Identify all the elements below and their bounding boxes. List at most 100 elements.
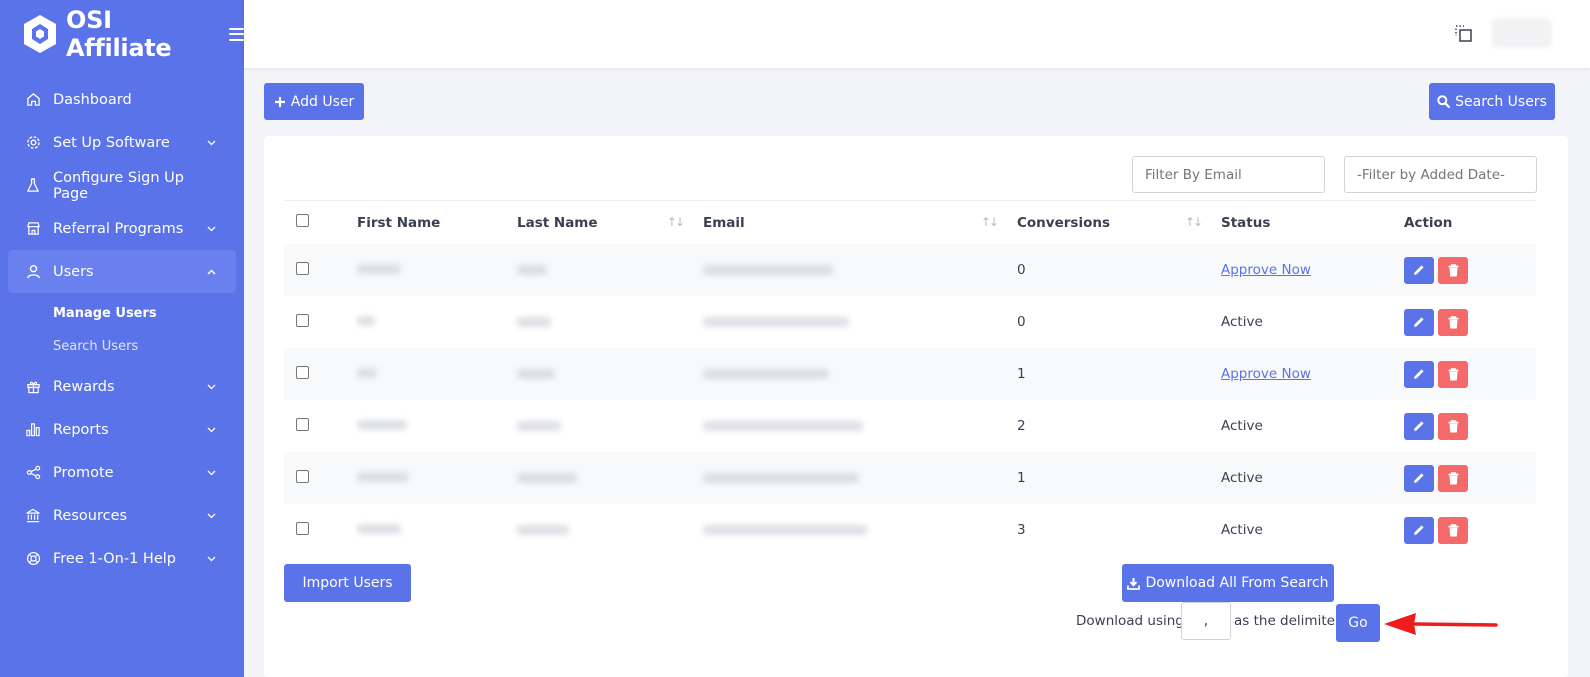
users-card: First Name Last Name ↑↓ Email ↑↓ Conversio…	[264, 136, 1568, 677]
chevron-down-icon	[206, 425, 216, 435]
column-header-status: Status	[1221, 214, 1271, 231]
user-icon	[25, 264, 41, 280]
sidebar-item-rewards[interactable]: Rewards	[0, 365, 244, 408]
edit-user-button[interactable]	[1404, 256, 1434, 284]
sort-icon[interactable]: ↑↓	[1185, 215, 1203, 231]
redacted-first-name	[357, 264, 401, 274]
row-checkbox[interactable]	[296, 365, 309, 379]
fullscreen-icon[interactable]	[1454, 24, 1474, 44]
search-users-button[interactable]: Search Users	[1429, 83, 1555, 120]
column-header-label: Email	[703, 214, 745, 231]
delete-user-button[interactable]	[1438, 308, 1468, 336]
edit-user-button[interactable]	[1404, 516, 1434, 544]
sidebar-item-reports[interactable]: Reports	[0, 408, 244, 451]
delete-user-button[interactable]	[1438, 464, 1468, 492]
sidebar-item-label: Users	[53, 263, 94, 280]
download-all-label: Download All From Search	[1145, 575, 1329, 591]
table-row: 0 Approve Now	[284, 244, 1536, 296]
trash-icon	[1448, 523, 1458, 536]
hexagon-logo-icon	[22, 14, 58, 54]
trash-icon	[1448, 419, 1458, 432]
table-header: First Name Last Name ↑↓ Email ↑↓ Conversio…	[284, 200, 1536, 244]
conversions-value: 1	[1017, 366, 1026, 382]
chevron-down-icon	[206, 468, 216, 478]
edit-user-button[interactable]	[1404, 360, 1434, 388]
delete-user-button[interactable]	[1438, 360, 1468, 388]
trash-icon	[1448, 263, 1458, 276]
sidebar-item-label: Referral Programs	[53, 220, 184, 237]
column-header-email[interactable]: Email ↑↓	[703, 215, 1017, 231]
brand-name: OSI Affiliate	[66, 6, 172, 62]
sidebar-subitem-manage-users[interactable]: Manage Users	[0, 297, 244, 330]
download-all-button[interactable]: Download All From Search	[1122, 564, 1334, 602]
row-checkbox[interactable]	[296, 417, 309, 431]
pencil-icon	[1414, 421, 1424, 431]
bar-chart-icon	[25, 422, 41, 438]
go-button[interactable]: Go	[1336, 604, 1380, 642]
search-users-label: Search Users	[1455, 93, 1547, 110]
edit-user-button[interactable]	[1404, 464, 1434, 492]
sidebar-item-label: Set Up Software	[53, 134, 170, 151]
column-header-conversions[interactable]: Conversions ↑↓	[1017, 215, 1221, 231]
edit-user-button[interactable]	[1404, 412, 1434, 440]
sort-icon[interactable]: ↑↓	[667, 215, 685, 231]
redacted-email	[703, 317, 849, 327]
redacted-email	[703, 473, 859, 483]
redacted-last-name	[517, 525, 569, 535]
sidebar-item-set-up-software[interactable]: Set Up Software	[0, 121, 244, 164]
share-icon	[25, 465, 41, 481]
row-checkbox[interactable]	[296, 521, 309, 535]
add-user-button[interactable]: Add User	[264, 83, 364, 120]
sidebar-item-referral-programs[interactable]: Referral Programs	[0, 207, 244, 250]
row-checkbox[interactable]	[296, 261, 309, 275]
delete-user-button[interactable]	[1438, 256, 1468, 284]
column-header-first-name[interactable]: First Name	[357, 215, 517, 231]
table-row: 1 Approve Now	[284, 348, 1536, 400]
topbar	[244, 0, 1590, 68]
import-users-button[interactable]: Import Users	[284, 564, 411, 602]
add-user-label: Add User	[290, 93, 355, 110]
row-checkbox[interactable]	[296, 313, 309, 327]
delete-user-button[interactable]	[1438, 516, 1468, 544]
redacted-last-name	[517, 421, 561, 431]
chevron-down-icon	[206, 224, 216, 234]
trash-icon	[1448, 471, 1458, 484]
status-text: Active	[1221, 522, 1263, 538]
column-header-last-name[interactable]: Last Name ↑↓	[517, 215, 703, 231]
redacted-first-name	[357, 472, 409, 482]
table-row: 1 Active	[284, 452, 1536, 504]
bank-icon	[25, 508, 41, 524]
sidebar-item-promote[interactable]: Promote	[0, 451, 244, 494]
avatar[interactable]	[1492, 18, 1552, 48]
flask-icon	[25, 178, 41, 194]
pencil-icon	[1414, 473, 1424, 483]
column-header-label: Conversions	[1017, 214, 1110, 231]
approve-now-link[interactable]: Approve Now	[1221, 262, 1311, 278]
select-all-checkbox[interactable]	[296, 214, 309, 227]
redacted-email	[703, 265, 833, 275]
filter-email-input[interactable]	[1132, 156, 1325, 193]
redacted-first-name	[357, 368, 377, 378]
menu-toggle-icon[interactable]	[229, 27, 244, 41]
row-checkbox[interactable]	[296, 469, 309, 483]
edit-user-button[interactable]	[1404, 308, 1434, 336]
sort-icon[interactable]: ↑↓	[981, 215, 999, 231]
filter-date-input[interactable]	[1344, 156, 1537, 193]
redacted-first-name	[357, 420, 407, 430]
sidebar-item-configure-sign-up-page[interactable]: Configure Sign Up Page	[0, 164, 244, 207]
sidebar-item-free-help[interactable]: Free 1-On-1 Help	[0, 537, 244, 580]
status-text: Active	[1221, 418, 1263, 434]
as-the-delimiter-label: as the delimiter	[1234, 613, 1341, 629]
redacted-last-name	[517, 369, 555, 379]
sidebar-subitem-search-users[interactable]: Search Users	[0, 330, 244, 363]
users-submenu: Manage Users Search Users	[0, 293, 244, 365]
delete-user-button[interactable]	[1438, 412, 1468, 440]
redacted-last-name	[517, 473, 577, 483]
sidebar-item-users[interactable]: Users	[8, 250, 236, 293]
delimiter-input[interactable]	[1181, 602, 1231, 640]
redacted-email	[703, 369, 829, 379]
approve-now-link[interactable]: Approve Now	[1221, 366, 1311, 382]
sidebar-item-resources[interactable]: Resources	[0, 494, 244, 537]
store-icon	[25, 221, 41, 237]
sidebar-item-dashboard[interactable]: Dashboard	[0, 78, 244, 121]
